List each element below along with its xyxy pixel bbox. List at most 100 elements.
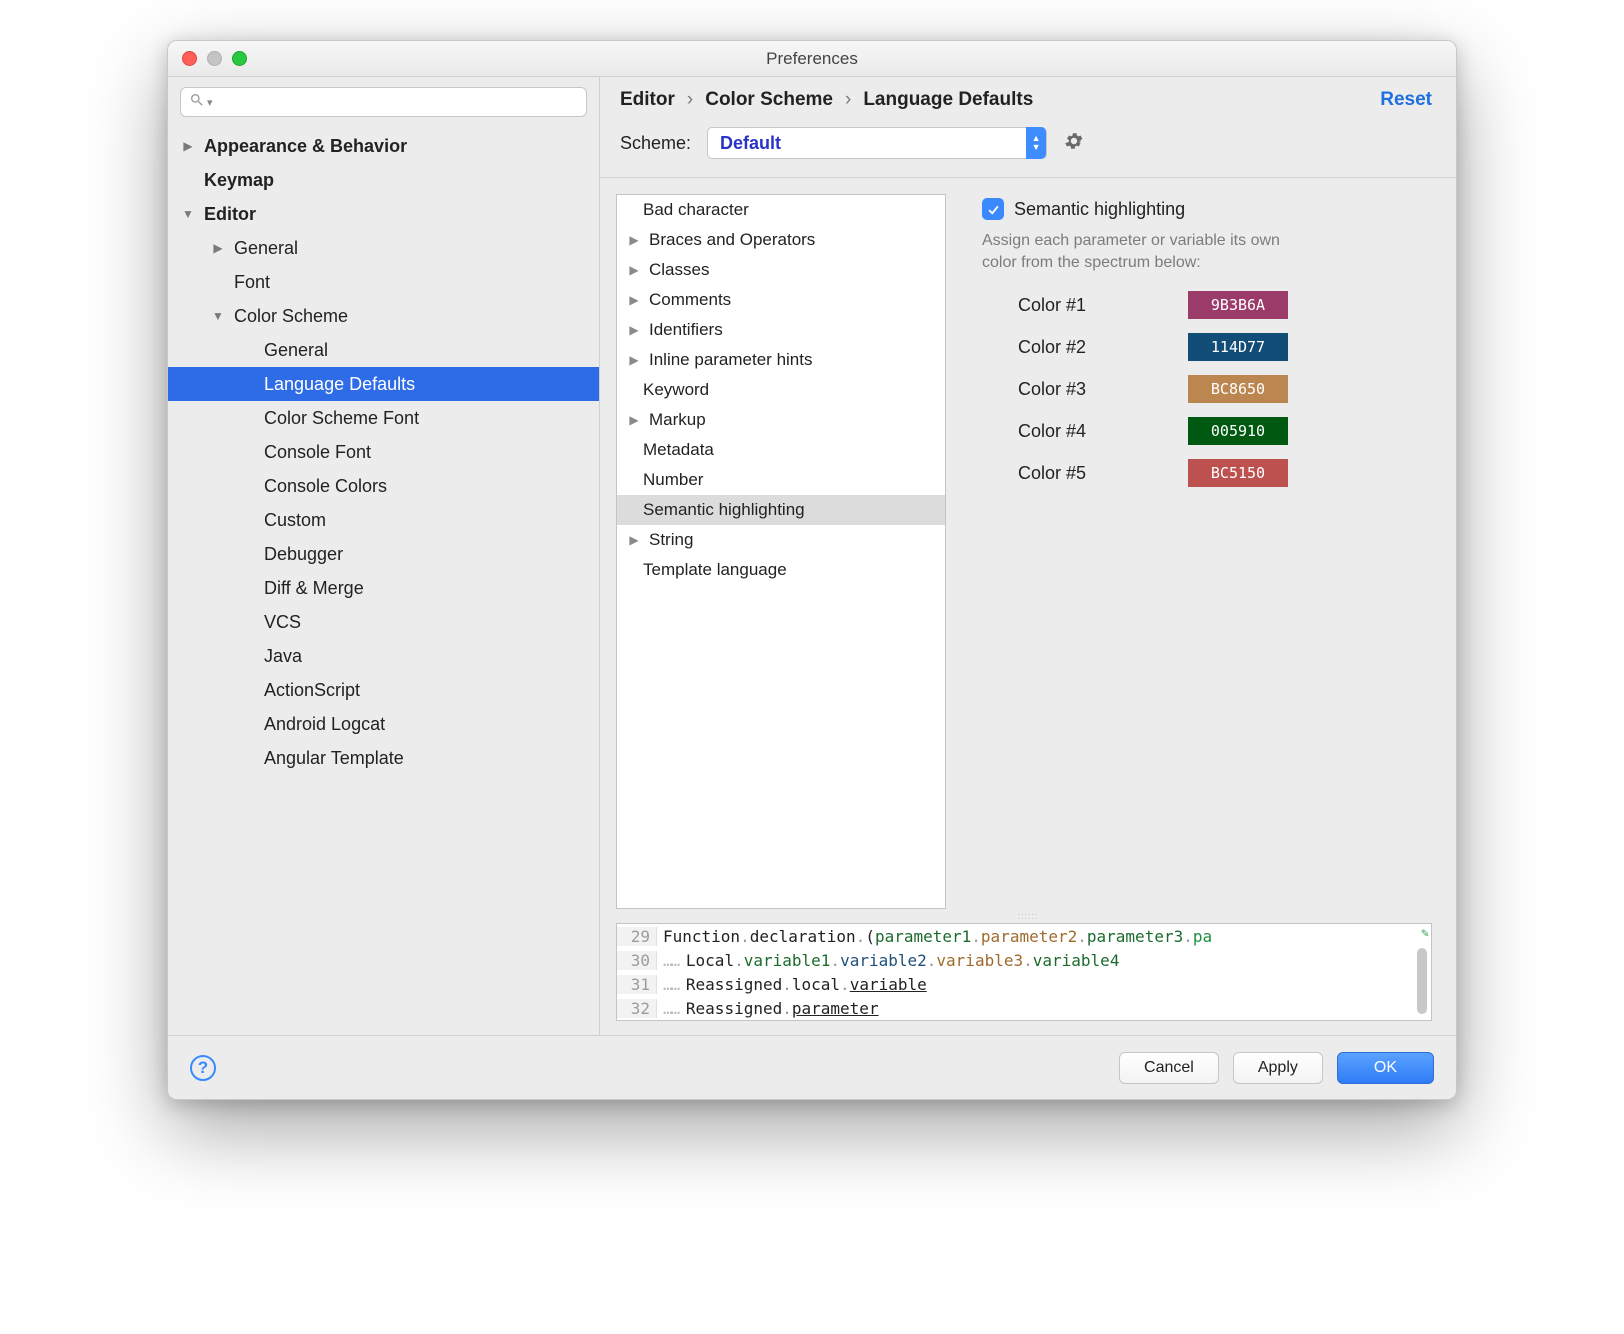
chevron-right-icon: ▶ [625,233,643,247]
tree-item-label: Color Scheme Font [264,408,419,429]
tree-item-label: VCS [264,612,301,633]
option-item[interactable]: ▶Identifiers [617,315,945,345]
tree-item[interactable]: Custom [168,503,599,537]
tree-item[interactable]: ▶General [168,231,599,265]
search-field[interactable] [213,93,578,112]
crumb-color-scheme[interactable]: Color Scheme [705,89,833,111]
chevron-right-icon: ▶ [625,263,643,277]
option-label: Metadata [643,440,714,460]
option-item[interactable]: ▶Braces and Operators [617,225,945,255]
tree-item[interactable]: Color Scheme Font [168,401,599,435]
tree-item[interactable]: Diff & Merge [168,571,599,605]
option-list[interactable]: Bad character▶Braces and Operators▶Class… [616,194,946,909]
breadcrumb: Editor › Color Scheme › Language Default… [600,77,1456,121]
option-item[interactable]: Metadata [617,435,945,465]
tree-item-label: Console Colors [264,476,387,497]
reset-link[interactable]: Reset [1380,89,1432,111]
token: parameter [792,999,879,1018]
tree-item[interactable]: Console Font [168,435,599,469]
sidebar: ▾ ▶ Appearance & Behavior Keymap ▼Editor▶Ge… [168,77,600,1035]
color-swatch[interactable]: 114D77 [1188,333,1288,361]
tree-item-label: Appearance & Behavior [204,136,407,157]
token: variable4 [1033,951,1120,970]
settings-tree[interactable]: ▶ Appearance & Behavior Keymap ▼Editor▶Gene… [168,123,599,1035]
token: pa [1193,927,1212,946]
tree-item-label: Keymap [204,170,274,191]
tree-item[interactable]: Font [168,265,599,299]
preview-line: 31…… Reassigned.local.variable [617,972,1431,996]
option-item[interactable]: ▶Classes [617,255,945,285]
crumb-editor[interactable]: Editor [620,89,675,111]
color-swatch[interactable]: 9B3B6A [1188,291,1288,319]
tree-item[interactable]: ▼Editor [168,197,599,231]
option-item[interactable]: Number [617,465,945,495]
option-label: Identifiers [649,320,723,340]
tree-item[interactable]: Android Logcat [168,707,599,741]
option-item[interactable]: ▶Comments [617,285,945,315]
tree-item[interactable]: Java [168,639,599,673]
token: variable1 [744,951,831,970]
code-preview[interactable]: ✎ 29Function.declaration.(parameter1.par… [616,923,1432,1021]
pencil-icon: ✎ [1421,926,1429,941]
color-name: Color #3 [1018,379,1108,400]
option-item[interactable]: ▶String [617,525,945,555]
color-swatch[interactable]: BC8650 [1188,375,1288,403]
tree-item[interactable]: Keymap [168,163,599,197]
option-item[interactable]: Template language [617,555,945,585]
scheme-select[interactable]: Default ▲▼ [707,127,1047,159]
option-item[interactable]: Keyword [617,375,945,405]
color-row: Color #5BC5150 [1018,459,1424,487]
chevron-down-icon: ▼ [180,207,196,221]
tree-item[interactable]: Angular Template [168,741,599,775]
token: . [1183,927,1193,946]
resize-grip-icon[interactable]: :::::: [600,909,1456,923]
indent-dots: …… [663,951,686,970]
tree-item[interactable]: ▼Color Scheme [168,299,599,333]
help-button[interactable]: ? [190,1055,216,1081]
tree-item[interactable]: Console Colors [168,469,599,503]
color-name: Color #2 [1018,337,1108,358]
tree-item-label: Language Defaults [264,374,415,395]
token: Reassigned [686,975,782,994]
token: variable3 [936,951,1023,970]
option-label: Semantic highlighting [643,500,805,520]
gear-icon[interactable] [1063,130,1085,157]
option-item[interactable]: Semantic highlighting [617,495,945,525]
color-swatch[interactable]: BC5150 [1188,459,1288,487]
token: . [927,951,937,970]
cancel-button[interactable]: Cancel [1119,1052,1219,1084]
tree-item[interactable]: ActionScript [168,673,599,707]
token: Local [686,951,734,970]
option-item[interactable]: Bad character [617,195,945,225]
chevron-down-icon: ▼ [210,309,226,323]
color-swatch[interactable]: 005910 [1188,417,1288,445]
semantic-desc: Assign each parameter or variable its ow… [982,230,1302,273]
tree-item[interactable]: General [168,333,599,367]
token: parameter1 [875,927,971,946]
chevron-right-icon: ▶ [180,139,196,153]
footer: ? Cancel Apply OK [168,1035,1456,1099]
color-row: Color #4005910 [1018,417,1424,445]
indent-dots: …… [663,975,686,994]
tree-item[interactable]: Language Defaults [168,367,599,401]
token: . [782,975,792,994]
body: ▾ ▶Appearance & BehaviorKeymap▼Editor▶Ge… [168,77,1456,1035]
token: declaration [750,927,856,946]
option-item[interactable]: ▶Inline parameter hints [617,345,945,375]
apply-button[interactable]: Apply [1233,1052,1323,1084]
tree-item[interactable]: ▶ Appearance & Behavior [168,129,599,163]
tree-item[interactable]: VCS [168,605,599,639]
stepper-icon[interactable]: ▲▼ [1026,127,1046,159]
color-name: Color #1 [1018,295,1108,316]
gutter: 29 [617,927,657,946]
token: . [782,999,792,1018]
search-input[interactable]: ▾ [180,87,587,117]
scrollbar[interactable] [1417,948,1427,1014]
gutter: 32 [617,999,657,1018]
tree-item-label: Android Logcat [264,714,385,735]
option-item[interactable]: ▶Markup [617,405,945,435]
tree-item[interactable]: Debugger [168,537,599,571]
tree-item-label: ActionScript [264,680,360,701]
semantic-highlighting-checkbox[interactable] [982,198,1004,220]
ok-button[interactable]: OK [1337,1052,1434,1084]
